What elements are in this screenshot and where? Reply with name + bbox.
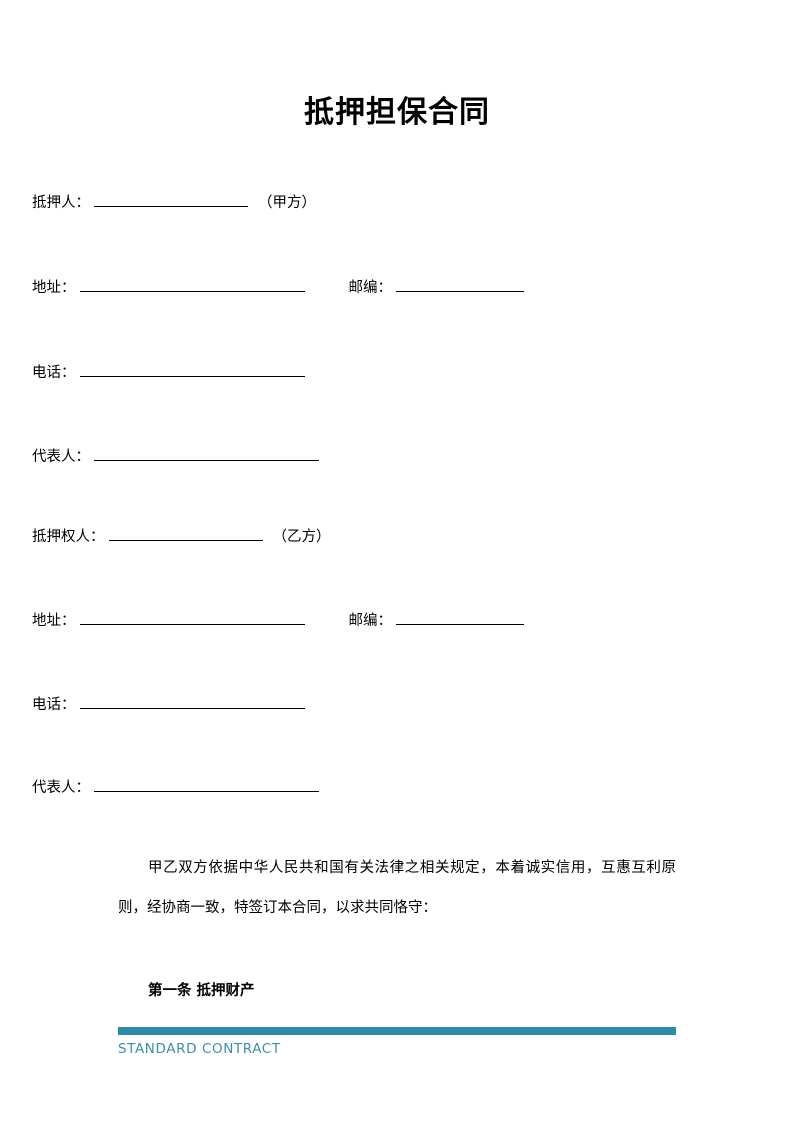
field-row-mortgagee-address: 地址： 邮编： [0,608,558,634]
field-label-mortgagee: 抵押权人： [32,529,105,545]
field-label-mortgagee-zip: 邮编： [348,613,393,629]
field-row-mortgagor-address: 地址： 邮编： [0,275,558,301]
field-row-mortgagee: 抵押权人： （乙方） [0,524,558,550]
field-input-mortgagor-representative[interactable] [94,445,319,461]
field-input-mortgagor[interactable] [94,191,248,207]
field-row-mortgagee-representative: 代表人： [0,775,558,801]
preamble-paragraph: 甲乙双方依据中华人民共和国有关法律之相关规定，本着诚实信用，互惠互利原则，经协商… [118,860,676,916]
field-suffix-mortgagee: （乙方） [272,529,331,545]
footer-label: STANDARD CONTRACT [118,1041,281,1057]
field-input-mortgagor-address[interactable] [79,276,305,292]
field-suffix-mortgagor: （甲方） [258,195,316,211]
field-input-mortgagee[interactable] [108,525,263,541]
field-row-mortgagee-phone: 电话： [0,692,558,718]
field-row-mortgagor-representative: 代表人： [0,444,558,470]
document-page: 抵押担保合同 抵押人： （甲方） 地址： 邮编： 电话： 代表人： 抵押权人： … [0,0,794,1123]
field-label-mortgagee-phone: 电话： [32,697,76,713]
field-input-mortgagee-zip[interactable] [396,609,524,625]
field-label-mortgagee-representative: 代表人： [32,780,90,796]
clause-heading-article-1: 第一条 抵押财产 [148,983,255,999]
field-label-mortgagee-address: 地址： [32,613,76,629]
field-label-mortgagor-address: 地址： [32,280,76,296]
field-input-mortgagor-phone[interactable] [79,361,305,377]
page-title: 抵押担保合同 [304,95,490,130]
field-input-mortgagee-address[interactable] [79,609,305,625]
field-label-mortgagor-representative: 代表人： [32,449,90,465]
field-input-mortgagee-phone[interactable] [79,693,305,709]
footer-divider-bar [118,1027,676,1035]
field-row-mortgagor-phone: 电话： [0,360,558,386]
field-label-mortgagor-phone: 电话： [32,365,76,381]
field-label-mortgagor: 抵押人： [32,195,90,211]
field-input-mortgagor-zip[interactable] [396,276,524,292]
field-input-mortgagee-representative[interactable] [94,776,319,792]
field-row-mortgagor: 抵押人： （甲方） [0,190,558,216]
field-label-mortgagor-zip: 邮编： [348,280,393,296]
